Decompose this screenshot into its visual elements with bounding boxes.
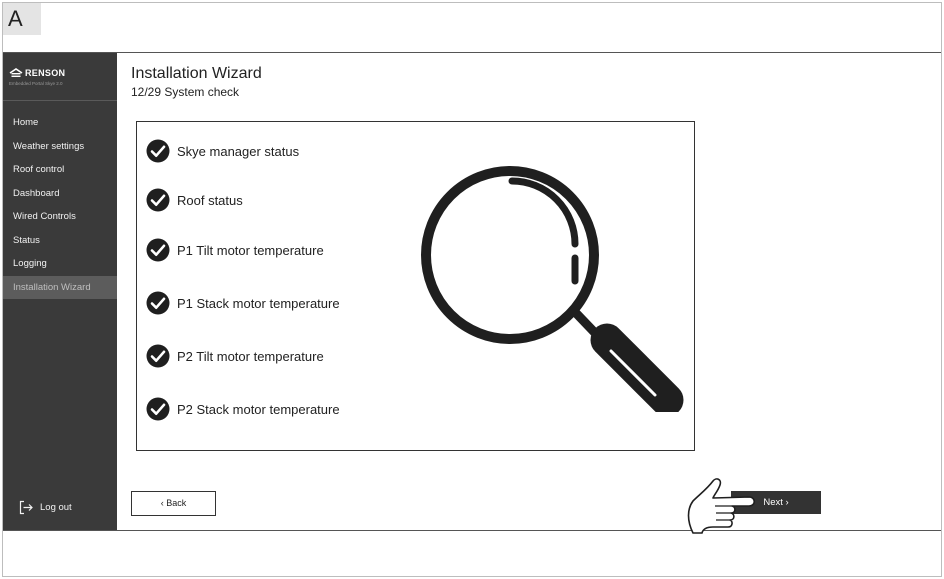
sidebar-item-home[interactable]: Home xyxy=(3,111,117,135)
corner-label: A xyxy=(3,3,41,35)
check-item-p1-tilt-motor-temperature: P1 Tilt motor temperature xyxy=(146,238,324,262)
sidebar-item-status[interactable]: Status xyxy=(3,229,117,253)
pointing-hand-icon xyxy=(687,478,756,534)
check-label: P1 Tilt motor temperature xyxy=(177,242,324,258)
magnifying-glass-icon xyxy=(421,166,684,412)
logout-label: Log out xyxy=(40,502,72,513)
checkmark-circle-icon xyxy=(146,344,170,368)
check-item-skye-manager-status: Skye manager status xyxy=(146,139,299,163)
check-label: Skye manager status xyxy=(177,143,300,159)
page-title: Installation Wizard xyxy=(131,65,262,82)
check-label: P1 Stack motor temperature xyxy=(177,295,340,311)
page-subtitle: 12/29 System check xyxy=(131,85,240,99)
brand-subtitle: Embedded Portal Skye 2.0 xyxy=(9,81,63,86)
sidebar: RENSON Embedded Portal Skye 2.0 Home Wea… xyxy=(3,53,117,530)
check-label: P2 Tilt motor temperature xyxy=(177,348,324,364)
sidebar-item-roof-control[interactable]: Roof control xyxy=(3,158,117,182)
back-button[interactable]: ‹ Back xyxy=(131,491,216,516)
sidebar-item-weather-settings[interactable]: Weather settings xyxy=(3,135,117,159)
checkmark-circle-icon xyxy=(146,238,170,262)
checkmark-circle-icon xyxy=(146,139,170,163)
brand-name: RENSON xyxy=(25,68,66,78)
logout-button[interactable]: Log out xyxy=(19,500,72,515)
sidebar-item-wired-controls[interactable]: Wired Controls xyxy=(3,205,117,229)
check-item-p1-stack-motor-temperature: P1 Stack motor temperature xyxy=(146,291,340,315)
system-check-panel: Skye manager status Roof status P1 Tilt … xyxy=(136,121,695,451)
sidebar-item-installation-wizard[interactable]: Installation Wizard xyxy=(3,275,117,299)
checkmark-circle-icon xyxy=(146,397,170,421)
checkmark-circle-icon xyxy=(146,188,170,212)
house-logo-icon xyxy=(9,68,23,77)
check-label: Roof status xyxy=(177,192,243,208)
sidebar-nav: Home Weather settings Roof control Dashb… xyxy=(3,111,117,299)
checkmark-circle-icon xyxy=(146,291,170,315)
brand-logo: RENSON Embedded Portal Skye 2.0 xyxy=(3,53,117,101)
top-divider xyxy=(3,52,941,53)
check-item-roof-status: Roof status xyxy=(146,188,243,212)
check-label: P2 Stack motor temperature xyxy=(177,401,340,417)
bottom-divider xyxy=(3,530,941,531)
check-item-p2-stack-motor-temperature: P2 Stack motor temperature xyxy=(146,397,340,421)
check-item-p2-tilt-motor-temperature: P2 Tilt motor temperature xyxy=(146,344,324,368)
logout-icon xyxy=(19,500,33,515)
sidebar-item-logging[interactable]: Logging xyxy=(3,252,117,276)
sidebar-item-dashboard[interactable]: Dashboard xyxy=(3,182,117,206)
